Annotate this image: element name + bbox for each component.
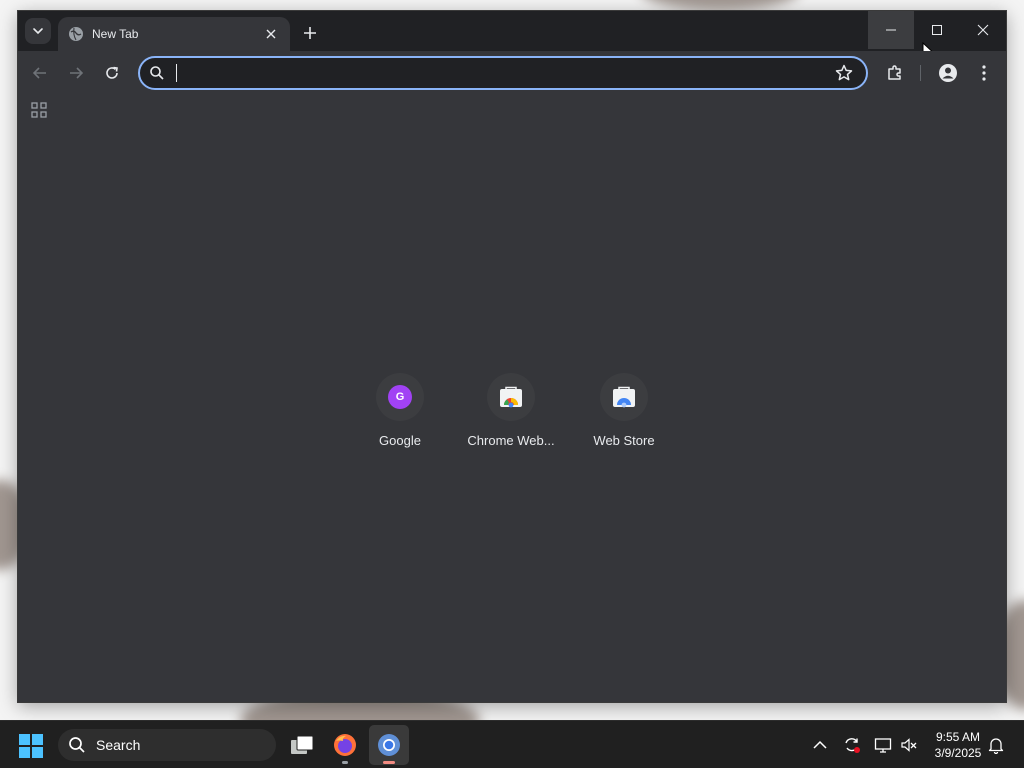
new-tab-button[interactable]: [298, 21, 322, 45]
chrome-web-store-icon: [500, 386, 522, 408]
tab-title: New Tab: [92, 27, 139, 41]
tray-sync[interactable]: [842, 735, 862, 755]
tab-search-button[interactable]: [25, 18, 51, 44]
windows-start-icon[interactable]: [18, 733, 44, 759]
address-bar[interactable]: [138, 56, 868, 90]
close-window-button[interactable]: [960, 11, 1006, 49]
arrow-left-icon: [32, 67, 46, 79]
new-tab-page: G Google Chrome Web... Web Store: [18, 125, 1006, 702]
address-input[interactable]: [175, 61, 834, 85]
chevron-down-icon: [33, 28, 43, 35]
monitor-network-icon: [874, 738, 892, 753]
minimize-button[interactable]: [868, 11, 914, 49]
shortcut-tile: [600, 373, 648, 421]
shortcut-label: Google: [379, 433, 421, 448]
web-store-icon: [613, 386, 635, 408]
maximize-button[interactable]: [914, 11, 960, 49]
arrow-right-icon: [70, 67, 84, 79]
taskbar-chrome[interactable]: [369, 725, 409, 765]
firefox-icon: [334, 734, 356, 756]
forward-button[interactable]: [64, 61, 88, 85]
running-indicator: [342, 761, 348, 764]
close-icon: [266, 29, 276, 39]
tab-new-tab[interactable]: New Tab: [58, 17, 290, 51]
bookmarks-bar: [18, 95, 1006, 125]
more-vertical-icon: [982, 65, 986, 81]
apps-button[interactable]: [28, 99, 50, 121]
shortcut-chrome-web-store[interactable]: Chrome Web...: [455, 373, 567, 448]
taskbar-firefox[interactable]: [325, 725, 365, 765]
tray-network[interactable]: [873, 735, 893, 755]
account-icon: [939, 64, 957, 82]
bookmark-star-icon[interactable]: [834, 63, 854, 83]
sync-alert-icon: [845, 738, 860, 753]
clock-time: 9:55 AM: [935, 730, 981, 744]
bell-icon: [988, 738, 1004, 754]
wallpaper-shape: [640, 0, 800, 10]
browser-toolbar: [18, 51, 1006, 95]
extensions-button[interactable]: [884, 62, 906, 84]
shortcut-label: Web Store: [593, 433, 655, 448]
shortcut-tile: G: [376, 373, 424, 421]
menu-button[interactable]: [973, 62, 995, 84]
shortcut-web-store[interactable]: Web Store: [568, 373, 680, 448]
maximize-icon: [932, 25, 942, 35]
shortcut-tile: [487, 373, 535, 421]
search-icon: [150, 66, 164, 80]
puzzle-icon: [888, 65, 901, 80]
search-icon: [69, 737, 85, 753]
taskbar-clock[interactable]: 9:55 AM 3/9/2025: [924, 729, 992, 761]
toolbar-divider: [920, 65, 921, 81]
browser-window: New Tab G Google Chrome Web... Web Store: [18, 11, 1006, 702]
taskbar: Search 9:55 AM 3/9/2025: [0, 720, 1024, 768]
google-letter-icon: G: [388, 385, 412, 409]
active-indicator: [383, 761, 395, 764]
back-button[interactable]: [28, 61, 52, 85]
plus-icon: [304, 27, 316, 39]
minimize-icon: [886, 29, 896, 31]
tab-strip: New Tab: [18, 11, 1006, 61]
reload-button[interactable]: [100, 61, 124, 85]
speaker-muted-icon: [901, 738, 917, 752]
text-caret: [176, 64, 177, 82]
close-icon: [977, 24, 989, 36]
tab-close-button[interactable]: [262, 25, 280, 43]
apps-grid-icon: [31, 102, 47, 118]
shortcut-label: Chrome Web...: [467, 433, 555, 448]
task-view-icon: [291, 735, 314, 754]
taskbar-search[interactable]: Search: [58, 729, 276, 761]
show-hidden-icons-button[interactable]: [810, 735, 830, 755]
shortcut-google[interactable]: G Google: [344, 373, 456, 448]
notifications-button[interactable]: [986, 735, 1006, 755]
chevron-up-icon: [813, 740, 827, 749]
globe-icon: [69, 27, 83, 41]
tray-volume[interactable]: [899, 735, 919, 755]
taskbar-task-view[interactable]: [282, 725, 322, 765]
taskbar-search-label: Search: [96, 737, 141, 753]
profile-button[interactable]: [937, 62, 959, 84]
clock-date: 3/9/2025: [934, 746, 982, 760]
chrome-icon: [378, 734, 400, 756]
reload-icon: [106, 66, 118, 79]
